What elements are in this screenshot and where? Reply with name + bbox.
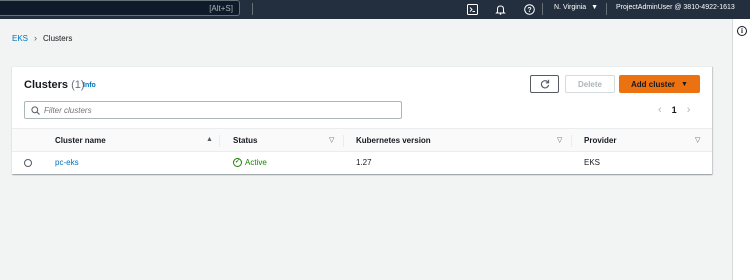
column-divider	[571, 135, 572, 147]
clusters-panel: Clusters (1) Info Delete Add cluster ▼ ‹…	[12, 66, 712, 174]
check-circle-icon: ✓	[233, 158, 242, 167]
info-link[interactable]: Info	[83, 82, 96, 89]
column-header-cluster-name[interactable]: Cluster name	[55, 136, 106, 145]
sort-caret-icon[interactable]: ▽	[329, 136, 334, 144]
bell-icon[interactable]	[494, 3, 506, 15]
add-cluster-button[interactable]: Add cluster ▼	[619, 75, 700, 93]
kubernetes-version-value: 1.27	[356, 158, 372, 167]
column-header-kubernetes-version[interactable]: Kubernetes version	[356, 136, 431, 145]
column-divider	[343, 135, 344, 147]
account-label: ProjectAdminUser @ 3810-4922-1613	[616, 4, 735, 11]
panel-title: Clusters (1)	[24, 79, 85, 91]
pagination: ‹ 1 ›	[658, 104, 690, 116]
next-page-icon[interactable]: ›	[687, 104, 691, 116]
region-selector[interactable]: N. Virginia ▼	[554, 4, 598, 11]
status-badge: ✓ Active	[233, 158, 267, 167]
refresh-icon	[540, 79, 549, 89]
global-search-box[interactable]: [Alt+S]	[0, 0, 240, 16]
top-navigation-bar: [Alt+S] ? N. Virginia ▼ ProjectAdminUser…	[0, 0, 750, 19]
filter-clusters-field[interactable]	[24, 101, 402, 119]
topbar-divider	[542, 3, 543, 15]
table-header: Cluster name ▲ Status ▽ Kubernetes versi…	[12, 128, 712, 152]
right-help-rail: i	[732, 19, 750, 280]
topbar-divider	[252, 3, 253, 15]
breadcrumb: EKS › Clusters	[12, 33, 72, 43]
filter-clusters-input[interactable]	[44, 105, 384, 115]
info-icon[interactable]: i	[737, 26, 747, 36]
provider-value: EKS	[584, 158, 601, 167]
column-header-provider[interactable]: Provider	[584, 136, 616, 145]
chevron-right-icon: ›	[34, 33, 38, 43]
account-menu[interactable]: ProjectAdminUser @ 3810-4922-1613	[616, 4, 735, 11]
breadcrumb-current: Clusters	[43, 33, 73, 43]
sort-caret-icon[interactable]: ▽	[695, 136, 700, 144]
previous-page-icon[interactable]: ‹	[658, 104, 662, 116]
column-divider	[219, 135, 220, 147]
column-header-status[interactable]: Status	[233, 136, 257, 145]
status-text: Active	[245, 158, 267, 167]
row-select-radio[interactable]	[24, 159, 32, 167]
add-cluster-label: Add cluster	[631, 79, 676, 89]
current-page-number[interactable]: 1	[672, 105, 677, 115]
cluster-name-link[interactable]: pc-eks	[55, 158, 79, 167]
refresh-button[interactable]	[530, 75, 559, 93]
topbar-divider	[606, 3, 607, 15]
help-icon[interactable]: ?	[523, 3, 535, 15]
svg-text:?: ?	[527, 7, 531, 14]
search-shortcut-hint: [Alt+S]	[209, 4, 233, 13]
panel-title-text: Clusters	[24, 79, 69, 91]
delete-button[interactable]: Delete	[565, 75, 615, 93]
table-row[interactable]: pc-eks ✓ Active 1.27 EKS	[12, 152, 712, 174]
caret-down-icon: ▼	[591, 4, 599, 11]
sort-ascending-icon[interactable]: ▲	[206, 136, 213, 143]
sort-caret-icon[interactable]: ▽	[557, 136, 562, 144]
breadcrumb-eks-link[interactable]: EKS	[12, 34, 28, 43]
cloudshell-icon[interactable]	[466, 3, 478, 15]
caret-down-icon: ▼	[681, 80, 688, 88]
region-label: N. Virginia	[554, 4, 587, 11]
search-icon	[31, 105, 40, 115]
